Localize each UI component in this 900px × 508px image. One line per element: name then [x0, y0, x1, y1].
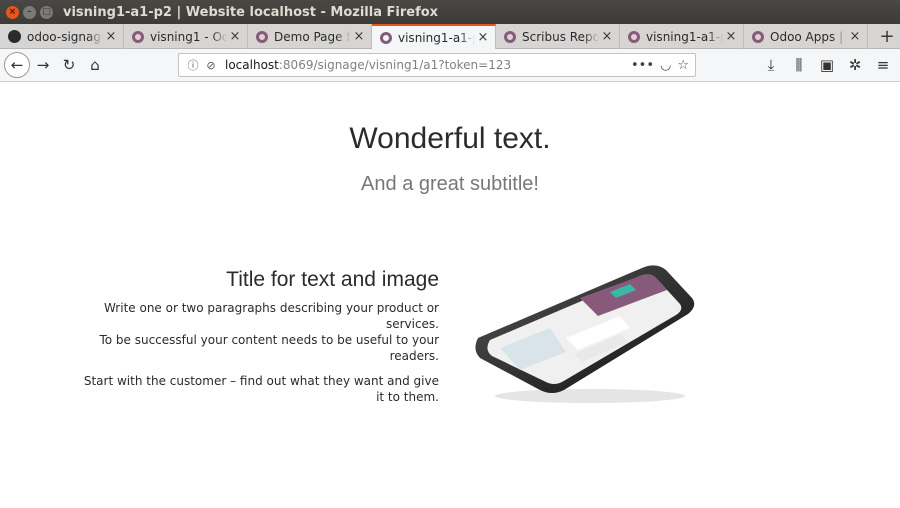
new-tab-button[interactable]: +	[874, 24, 900, 48]
url-host: localhost	[225, 58, 279, 72]
tab-close-icon[interactable]: ×	[723, 29, 739, 44]
block-paragraph: Start with the customer – find out what …	[83, 374, 439, 404]
odoo-icon	[628, 30, 640, 43]
tab-odoo-signage[interactable]: odoo-signage ×	[0, 24, 124, 49]
window-minimize-button[interactable]: –	[23, 5, 36, 19]
tab-close-icon[interactable]: ×	[847, 29, 863, 44]
block-title: Title for text and image	[226, 268, 439, 291]
tab-demo-page[interactable]: Demo Page for ×	[248, 24, 372, 49]
tab-label: visning1-a1-p2	[646, 29, 723, 44]
page-actions-icon[interactable]: •••	[631, 58, 654, 73]
tab-odoo-apps[interactable]: Odoo Apps | O ×	[744, 24, 868, 49]
tab-label: visning1-a1-p2	[398, 30, 475, 45]
window-controls: × – □	[6, 5, 53, 19]
paragraph-line: Write one or two paragraphs describing y…	[103, 301, 439, 331]
tab-close-icon[interactable]: ×	[227, 29, 243, 44]
odoo-icon	[380, 31, 392, 44]
tab-close-icon[interactable]: ×	[351, 29, 367, 44]
tab-visning1-a1-p2[interactable]: visning1-a1-p2 ×	[620, 24, 744, 49]
tracking-protection-icon[interactable]: ⊘	[203, 59, 219, 72]
odoo-icon	[504, 30, 516, 43]
tab-visning1-odoo[interactable]: visning1 - Odoo ×	[124, 24, 248, 49]
url-path: :8069/signage/visning1/a1?token=123	[278, 58, 512, 72]
tab-close-icon[interactable]: ×	[475, 30, 491, 45]
tab-visning1-a1-p2-active[interactable]: visning1-a1-p2 ×	[372, 24, 496, 49]
library-icon[interactable]: ⫼	[786, 52, 812, 78]
reload-button[interactable]: ↻	[56, 52, 82, 78]
tab-label: visning1 - Odoo	[150, 29, 227, 44]
tab-close-icon[interactable]: ×	[103, 29, 119, 44]
downloads-icon[interactable]: ⤓	[758, 52, 784, 78]
forward-button[interactable]: →	[30, 52, 56, 78]
github-icon	[8, 30, 21, 43]
toolbar-right: ⤓ ⫼ ▣ ✲ ≡	[758, 52, 896, 78]
odoo-icon	[752, 30, 764, 43]
url-bar[interactable]: ⓘ ⊘ localhost:8069/signage/visning1/a1?t…	[178, 53, 696, 77]
odoo-icon	[132, 30, 144, 43]
bug-icon[interactable]: ✲	[842, 52, 868, 78]
hero-subtitle: And a great subtitle!	[361, 173, 539, 195]
url-actions: ••• ◡ ☆	[631, 58, 689, 73]
paragraph-line: To be successful your content needs to b…	[99, 333, 439, 363]
window-title: visning1-a1-p2 | Website localhost - Moz…	[63, 4, 439, 20]
info-icon[interactable]: ⓘ	[185, 57, 201, 73]
tab-label: Demo Page for	[274, 29, 351, 44]
tab-label: Odoo Apps | O	[770, 29, 847, 44]
tab-close-icon[interactable]: ×	[599, 29, 615, 44]
bookmark-star-icon[interactable]: ☆	[677, 58, 689, 73]
tab-label: odoo-signage	[27, 29, 103, 44]
navigation-toolbar: ← → ↻ ⌂ ⓘ ⊘ localhost:8069/signage/visni…	[0, 49, 900, 82]
url-text[interactable]: localhost:8069/signage/visning1/a1?token…	[225, 58, 511, 72]
odoo-icon	[256, 30, 268, 43]
back-button[interactable]: ←	[4, 52, 30, 78]
tab-label: Scribus Report	[522, 29, 599, 44]
tab-strip: odoo-signage × visning1 - Odoo × Demo Pa…	[0, 24, 900, 49]
window-close-button[interactable]: ×	[6, 5, 19, 19]
home-button[interactable]: ⌂	[82, 52, 108, 78]
web-page-content: Wonderful text. And a great subtitle! Ti…	[0, 82, 900, 508]
text-image-block: Title for text and image Write one or tw…	[80, 268, 439, 405]
hero-title: Wonderful text.	[349, 122, 551, 155]
tab-scribus-report[interactable]: Scribus Report ×	[496, 24, 620, 49]
menu-icon[interactable]: ≡	[870, 52, 896, 78]
window-maximize-button[interactable]: □	[40, 5, 53, 19]
pocket-icon[interactable]: ◡	[660, 58, 671, 73]
smartphone-image	[475, 265, 695, 403]
block-paragraph: Write one or two paragraphs describing y…	[80, 300, 439, 364]
sidebar-icon[interactable]: ▣	[814, 52, 840, 78]
window-titlebar: × – □ visning1-a1-p2 | Website localhost…	[0, 0, 900, 24]
